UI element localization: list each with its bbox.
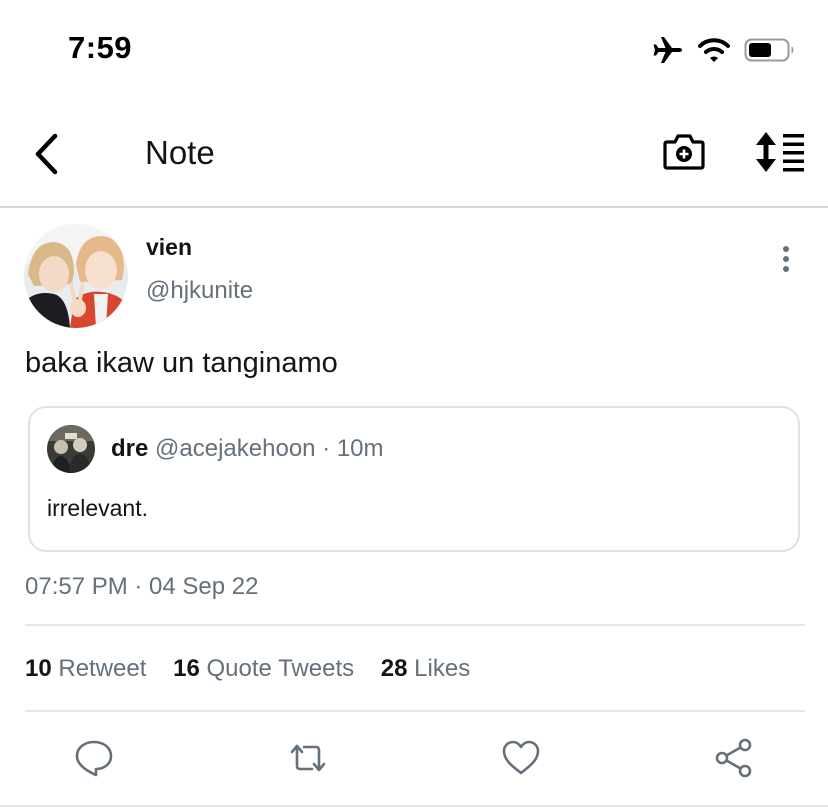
more-options-button[interactable] xyxy=(772,242,800,276)
tweet-timestamp: 07:57 PM · 04 Sep 22 xyxy=(25,573,259,600)
like-icon xyxy=(502,740,540,775)
author-avatar[interactable] xyxy=(24,224,128,328)
likes-stat[interactable]: 28 Likes xyxy=(381,655,470,683)
page-title: Note xyxy=(145,134,215,171)
status-bar: 7:59 xyxy=(0,0,828,100)
chevron-left-icon xyxy=(35,133,58,175)
dot xyxy=(783,256,789,262)
likes-count: 28 xyxy=(380,655,408,682)
quote-tweets-label: Quote Tweets xyxy=(206,655,355,682)
quote-author-meta: @acejakehoon · 10m xyxy=(155,435,384,462)
camera-plus-icon xyxy=(663,134,705,170)
quote-header: dre @acejakehoon · 10m xyxy=(111,435,384,463)
dot xyxy=(783,266,789,272)
author-name[interactable]: vien xyxy=(146,234,192,261)
retweet-icon xyxy=(290,744,326,772)
quote-tweets-count: 16 xyxy=(173,655,200,682)
avatar-photo xyxy=(24,224,128,328)
retweet-count: 10 xyxy=(25,655,52,682)
sort-list-icon xyxy=(756,132,804,172)
divider xyxy=(0,805,828,807)
share-icon xyxy=(715,738,752,778)
battery-icon xyxy=(744,38,794,62)
action-bar xyxy=(0,730,828,790)
camera-button[interactable] xyxy=(662,130,706,174)
airplane-icon xyxy=(653,37,682,63)
likes-label: Likes xyxy=(414,655,471,682)
quoted-tweet[interactable]: dre @acejakehoon · 10m irrelevant. xyxy=(28,406,800,552)
reply-icon xyxy=(75,740,113,777)
reply-button[interactable] xyxy=(72,736,116,780)
author-handle[interactable]: @hjkunite xyxy=(146,277,253,305)
like-button[interactable] xyxy=(499,736,543,780)
tweet-stats: 10 Retweet 16 Quote Tweets 28 Likes xyxy=(25,655,490,683)
wifi-icon xyxy=(698,38,730,62)
dot xyxy=(783,246,789,252)
quote-avatar-photo xyxy=(47,425,95,473)
nav-bar: Note xyxy=(0,100,828,208)
retweet-button[interactable] xyxy=(286,736,330,780)
back-button[interactable] xyxy=(26,130,66,178)
divider xyxy=(25,710,805,712)
retweet-stat[interactable]: 10 Retweet xyxy=(25,655,146,683)
sort-button[interactable] xyxy=(754,130,806,174)
status-icons xyxy=(652,34,796,66)
divider xyxy=(25,624,805,626)
quote-text: irrelevant. xyxy=(47,495,148,521)
share-button[interactable] xyxy=(712,736,756,780)
quote-avatar[interactable] xyxy=(47,425,95,473)
quote-author-name: dre xyxy=(111,435,149,462)
status-time: 7:59 xyxy=(68,30,133,65)
retweet-label: Retweet xyxy=(58,655,147,682)
tweet-text: baka ikaw un tanginamo xyxy=(25,347,338,379)
quote-tweets-stat[interactable]: 16 Quote Tweets xyxy=(173,655,354,683)
